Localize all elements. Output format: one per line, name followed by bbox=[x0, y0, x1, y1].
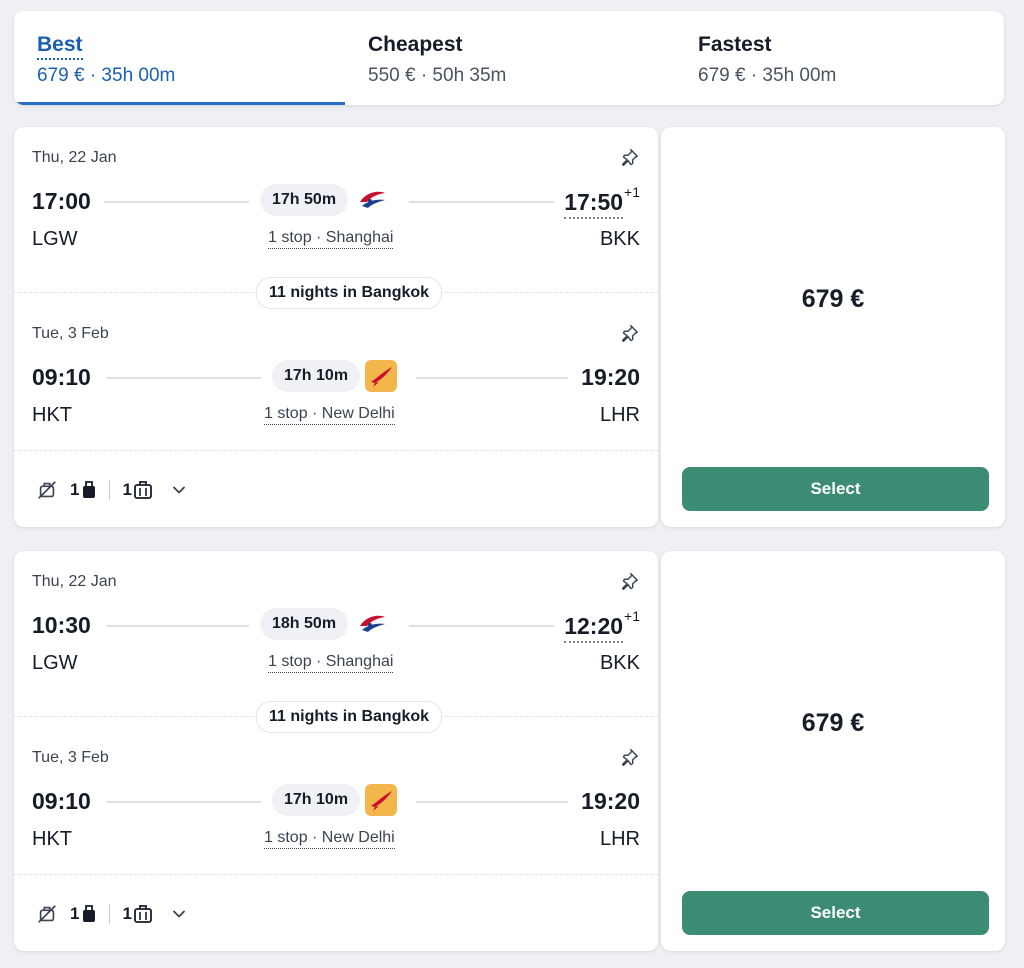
route-line bbox=[409, 625, 554, 627]
destination-airport: BKK bbox=[599, 652, 640, 674]
pin-icon[interactable] bbox=[618, 147, 640, 169]
carry-on-icon bbox=[134, 480, 152, 500]
duration-badge: 17h 50m bbox=[260, 184, 349, 216]
route-line bbox=[416, 801, 568, 803]
outbound-leg: Thu, 22 Jan 10:30 18h 50m 12:20+1 LGW 1 … bbox=[14, 551, 658, 691]
china-eastern-logo-icon bbox=[356, 184, 388, 216]
duration-badge: 17h 10m bbox=[272, 784, 361, 816]
origin-airport: HKT bbox=[32, 404, 72, 426]
route-line bbox=[106, 625, 249, 627]
no-checked-bag-icon bbox=[36, 903, 58, 925]
tab-cheapest[interactable]: Cheapest 550 € · 50h 35m bbox=[368, 11, 668, 105]
price: 679 € bbox=[801, 285, 865, 313]
arrival-time: 19:20 bbox=[581, 788, 640, 815]
arrival-time-value: 19:20 bbox=[581, 364, 640, 390]
amenities-row: 1 1 bbox=[36, 900, 186, 928]
route-line bbox=[409, 201, 554, 203]
destination-airport: LHR bbox=[599, 404, 640, 426]
air-india-logo-icon bbox=[365, 360, 397, 392]
personal-item: 1 bbox=[70, 904, 97, 924]
leg-date: Thu, 22 Jan bbox=[32, 149, 117, 166]
personal-item-icon bbox=[81, 480, 97, 500]
inbound-leg: Tue, 3 Feb 09:10 17h 10m 19:20 HKT 1 sto… bbox=[14, 727, 658, 867]
destination-airport: LHR bbox=[599, 828, 640, 850]
amenities-divider bbox=[14, 874, 658, 875]
stops-link[interactable]: 1 stop · New Delhi bbox=[264, 405, 395, 425]
arrival-time-value: 19:20 bbox=[581, 788, 640, 814]
outbound-leg: Thu, 22 Jan 17:00 17h 50m 17:50+1 LGW 1 … bbox=[14, 127, 658, 267]
departure-time: 09:10 bbox=[32, 788, 91, 814]
carry-on: 1 bbox=[122, 480, 152, 500]
sort-tabs: Best 679 € · 35h 00m Cheapest 550 € · 50… bbox=[14, 11, 1004, 105]
separator bbox=[109, 480, 111, 500]
origin-airport: HKT bbox=[32, 828, 72, 850]
carry-on-count: 1 bbox=[122, 480, 132, 499]
select-button[interactable]: Select bbox=[682, 467, 989, 511]
origin-airport: LGW bbox=[32, 652, 78, 674]
arrival-time: 19:20 bbox=[581, 364, 640, 391]
leg-date: Tue, 3 Feb bbox=[32, 749, 109, 766]
arrival-time-value: 12:20 bbox=[564, 612, 624, 643]
pin-icon[interactable] bbox=[618, 571, 640, 593]
active-tab-indicator bbox=[14, 102, 345, 105]
duration-badge: 18h 50m bbox=[260, 608, 349, 640]
tab-cheapest-title: Cheapest bbox=[368, 33, 463, 56]
no-checked-bag-icon bbox=[36, 479, 58, 501]
stops-link[interactable]: 1 stop · New Delhi bbox=[264, 829, 395, 849]
tab-fastest-title: Fastest bbox=[698, 33, 772, 56]
day-offset: +1 bbox=[624, 608, 640, 624]
day-offset: +1 bbox=[624, 184, 640, 200]
price: 679 € bbox=[801, 709, 865, 737]
tab-best-title: Best bbox=[37, 33, 83, 60]
tab-cheapest-subtitle: 550 € · 50h 35m bbox=[368, 65, 507, 86]
route-line bbox=[106, 377, 261, 379]
duration-badge: 17h 10m bbox=[272, 360, 361, 392]
route-line bbox=[416, 377, 568, 379]
route-line bbox=[104, 201, 249, 203]
tab-fastest-subtitle: 679 € · 35h 00m bbox=[698, 65, 837, 86]
leg-date: Tue, 3 Feb bbox=[32, 325, 109, 342]
price-card: 679 € Select bbox=[661, 551, 1005, 951]
carry-on-icon bbox=[134, 904, 152, 924]
arrival-time: 17:50+1 bbox=[564, 184, 640, 219]
amenities-divider bbox=[14, 450, 658, 451]
price-card: 679 € Select bbox=[661, 127, 1005, 527]
departure-time: 17:00 bbox=[32, 188, 91, 214]
stops-link[interactable]: 1 stop · Shanghai bbox=[268, 653, 394, 673]
personal-item-count: 1 bbox=[70, 480, 80, 499]
stops-link[interactable]: 1 stop · Shanghai bbox=[268, 229, 394, 249]
pin-icon[interactable] bbox=[618, 747, 640, 769]
chevron-down-icon[interactable] bbox=[172, 483, 186, 497]
arrival-time-value: 17:50 bbox=[564, 188, 624, 219]
destination-airport: BKK bbox=[599, 228, 640, 250]
personal-item-count: 1 bbox=[70, 904, 80, 923]
china-eastern-logo-icon bbox=[356, 608, 388, 640]
leg-date: Thu, 22 Jan bbox=[32, 573, 117, 590]
tab-best[interactable]: Best 679 € · 35h 00m bbox=[37, 11, 337, 105]
tab-fastest[interactable]: Fastest 679 € · 35h 00m bbox=[698, 11, 988, 105]
departure-time: 09:10 bbox=[32, 364, 91, 390]
route-line bbox=[106, 801, 261, 803]
inbound-leg: Tue, 3 Feb 09:10 17h 10m 19:20 HKT 1 sto… bbox=[14, 303, 658, 443]
separator bbox=[109, 904, 111, 924]
arrival-time: 12:20+1 bbox=[564, 608, 640, 643]
origin-airport: LGW bbox=[32, 228, 78, 250]
select-button[interactable]: Select bbox=[682, 891, 989, 935]
amenities-row: 1 1 bbox=[36, 476, 186, 504]
carry-on: 1 bbox=[122, 904, 152, 924]
itinerary-card[interactable]: Thu, 22 Jan 10:30 18h 50m 12:20+1 LGW 1 … bbox=[14, 551, 658, 951]
tab-best-subtitle: 679 € · 35h 00m bbox=[37, 65, 176, 86]
chevron-down-icon[interactable] bbox=[172, 907, 186, 921]
air-india-logo-icon bbox=[365, 784, 397, 816]
pin-icon[interactable] bbox=[618, 323, 640, 345]
itinerary-card[interactable]: Thu, 22 Jan 17:00 17h 50m 17:50+1 LGW 1 … bbox=[14, 127, 658, 527]
personal-item: 1 bbox=[70, 480, 97, 500]
carry-on-count: 1 bbox=[122, 904, 132, 923]
departure-time: 10:30 bbox=[32, 612, 91, 638]
personal-item-icon bbox=[81, 904, 97, 924]
